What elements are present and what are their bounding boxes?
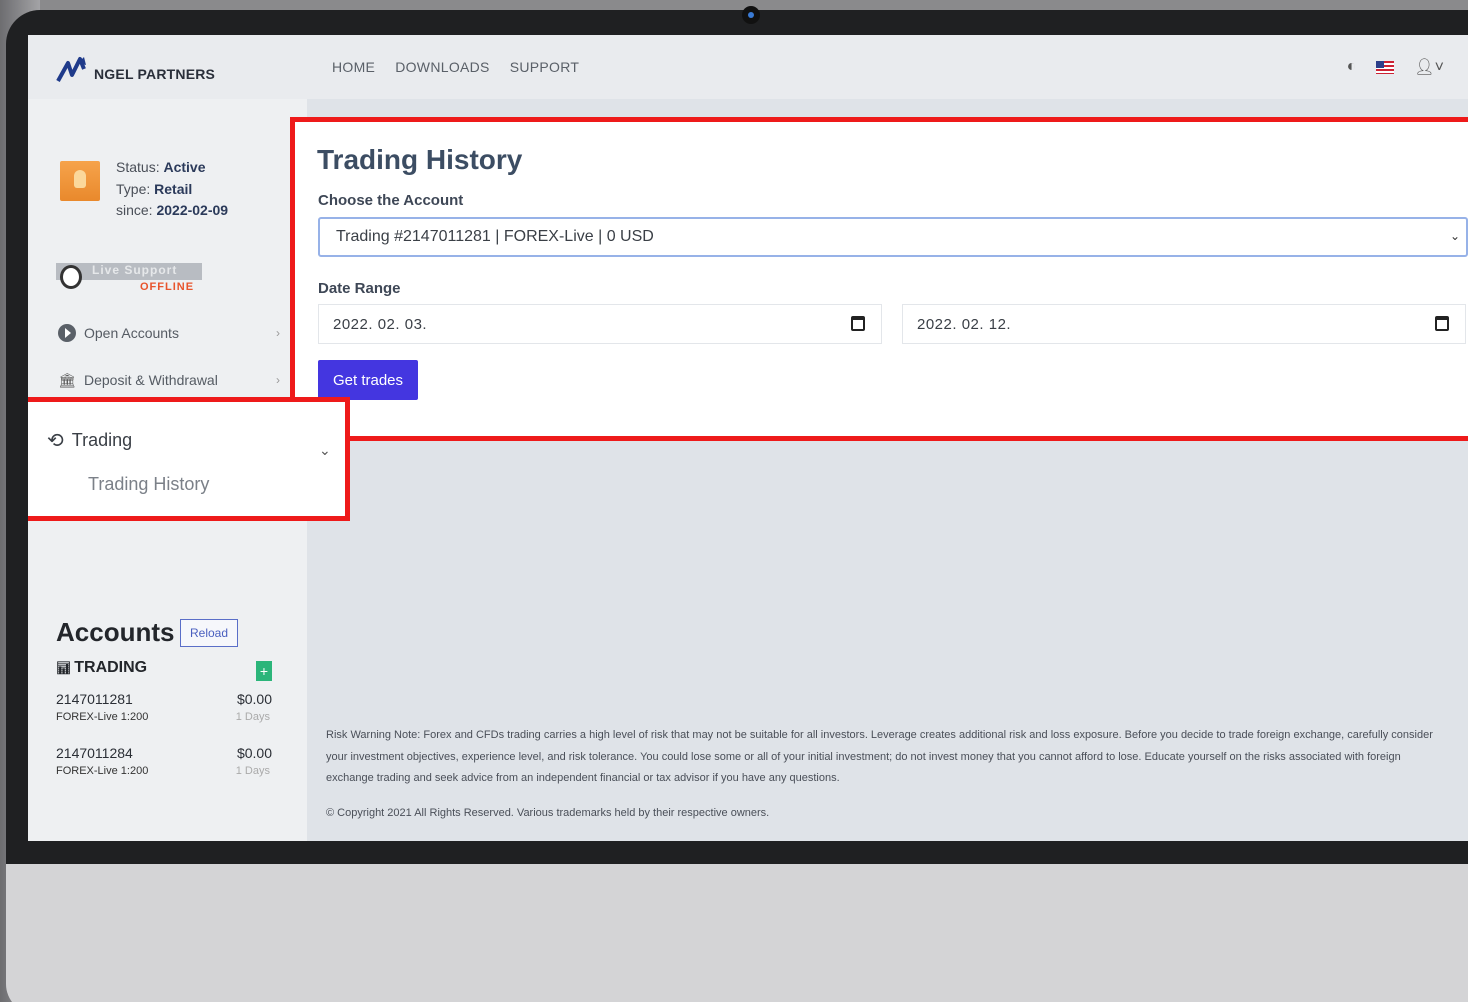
history-icon: ⟲: [47, 430, 64, 452]
sidebar-item-open-accounts[interactable]: Open Accounts ›: [58, 324, 280, 342]
sidebar-item-trading-history[interactable]: Trading History: [88, 474, 209, 495]
status-label: Status:: [116, 159, 160, 175]
bank-icon: 🏛︎: [58, 371, 76, 388]
top-navbar: NGEL PARTNERS HOME DOWNLOADS SUPPORT ◐ 👤…: [28, 35, 1468, 99]
account-balance: $0.00: [236, 691, 272, 707]
profile-status: Status: Active Type: Retail since: 2022-…: [116, 157, 228, 222]
sidebar-item-trading[interactable]: ⟲ Trading Trading History ⌄: [28, 397, 350, 521]
brand-logo[interactable]: NGEL PARTNERS: [56, 55, 215, 83]
since-value: 2022-02-09: [156, 202, 229, 218]
trading-history-card: Trading History Choose the Account Tradi…: [290, 117, 1468, 441]
trading-menu-header[interactable]: ⟲ Trading: [47, 428, 132, 453]
live-support-title: Live Support: [92, 263, 178, 277]
date-from-input[interactable]: 2022. 02. 03.: [318, 304, 882, 344]
bar-chart-icon: 📊︎: [56, 661, 72, 675]
headset-icon: [60, 265, 82, 289]
account-days: 1 Days: [235, 711, 270, 723]
status-value: Active: [163, 159, 206, 175]
accounts-group-label: TRADING: [74, 659, 148, 676]
nav-support[interactable]: SUPPORT: [510, 59, 580, 75]
type-label: Type:: [116, 180, 151, 197]
account-select-value: Trading #2147011281 | FOREX-Live | 0 USD: [336, 228, 654, 245]
account-platform: FOREX-Live 1:200: [56, 711, 149, 723]
logo-mark-icon: [56, 57, 86, 82]
copyright: © Copyright 2021 All Rights Reserved. Va…: [326, 807, 770, 819]
live-support-state: OFFLINE: [140, 281, 195, 293]
add-account-button[interactable]: +: [256, 661, 272, 681]
date-from-value: 2022. 02. 03.: [333, 315, 428, 333]
sidebar-item-label: Open Accounts: [84, 325, 179, 341]
date-range-label: Date Range: [318, 280, 401, 297]
account-platform: FOREX-Live 1:200: [56, 765, 149, 777]
account-balance: $0.00: [236, 745, 272, 761]
accounts-title: Accounts: [56, 617, 175, 647]
chevron-down-icon: ⌄: [319, 442, 331, 458]
theme-toggle-icon[interactable]: ◐: [1347, 58, 1357, 76]
chevron-right-icon: ›: [276, 326, 280, 340]
accounts-group: 📊︎ TRADING: [56, 659, 147, 677]
main-nav: HOME DOWNLOADS SUPPORT: [332, 59, 579, 75]
chevron-down-icon: ⌄: [1449, 229, 1460, 243]
camera-icon: [742, 6, 760, 24]
account-days: 1 Days: [235, 765, 270, 777]
reload-button[interactable]: Reload: [180, 619, 238, 647]
choose-account-label: Choose the Account: [318, 192, 464, 209]
monitor-chin: [6, 864, 1468, 1002]
user-menu-icon[interactable]: 👤︎˅: [1414, 57, 1444, 77]
account-number: 2147011284: [56, 745, 133, 761]
calendar-icon[interactable]: [1435, 316, 1449, 331]
play-circle-icon: [58, 324, 76, 342]
date-to-input[interactable]: 2022. 02. 12.: [902, 304, 1466, 344]
sidebar-item-label: Trading: [71, 430, 133, 450]
app-screen: NGEL PARTNERS HOME DOWNLOADS SUPPORT ◐ 👤…: [28, 35, 1468, 841]
top-icons: ◐ 👤︎˅: [1347, 57, 1444, 77]
sidebar-item-label: Deposit & Withdrawal: [84, 372, 218, 388]
calendar-icon[interactable]: [851, 316, 865, 331]
page-title: Trading History: [317, 144, 523, 175]
nav-downloads[interactable]: DOWNLOADS: [395, 59, 490, 75]
account-number: 2147011281: [56, 691, 133, 707]
since-label: since:: [116, 202, 153, 218]
brand-name: NGEL PARTNERS: [94, 66, 216, 82]
date-to-value: 2022. 02. 12.: [917, 315, 1012, 333]
chevron-right-icon: ›: [276, 373, 280, 387]
get-trades-button[interactable]: Get trades: [318, 360, 418, 400]
risk-warning: Risk Warning Note: Forex and CFDs tradin…: [326, 729, 1433, 784]
type-value: Retail: [154, 180, 193, 197]
live-support-widget[interactable]: Live Support OFFLINE: [56, 263, 202, 295]
account-select[interactable]: Trading #2147011281 | FOREX-Live | 0 USD…: [318, 217, 1468, 257]
sidebar-item-deposit-withdrawal[interactable]: 🏛︎ Deposit & Withdrawal ›: [58, 371, 280, 389]
nav-home[interactable]: HOME: [332, 59, 375, 75]
avatar: [60, 161, 100, 201]
us-flag-icon[interactable]: [1376, 60, 1395, 74]
